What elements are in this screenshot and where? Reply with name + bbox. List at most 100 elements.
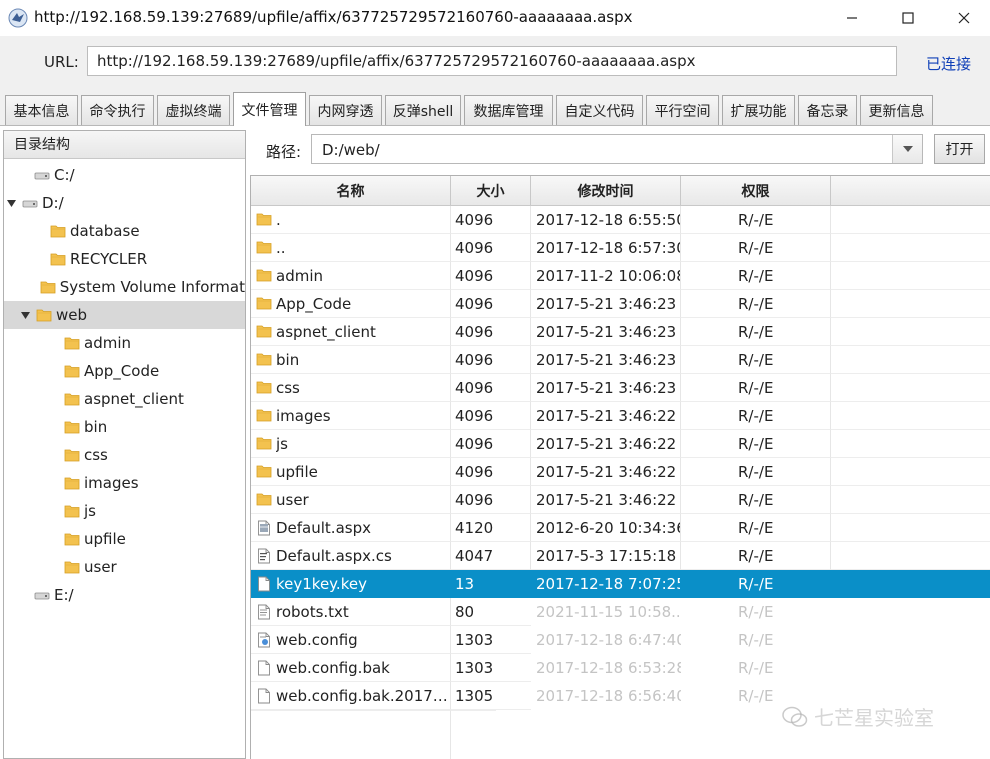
column-header-time[interactable]: 修改时间 <box>531 176 681 206</box>
url-input[interactable] <box>87 46 897 76</box>
tab-intranet-tunnel[interactable]: 内网穿透 <box>309 95 382 125</box>
url-label: URL: <box>44 53 79 71</box>
tab-label: 更新信息 <box>868 103 925 120</box>
tab-parallel-space[interactable]: 平行空间 <box>646 95 719 125</box>
tab-custom-code[interactable]: 自定义代码 <box>556 95 643 125</box>
open-button[interactable]: 打开 <box>934 134 985 164</box>
file-icon <box>258 576 270 591</box>
file-name-cell: web.config.bak.2017-... <box>251 682 451 710</box>
column-header-size[interactable]: 大小 <box>451 176 531 206</box>
file-permission: R/-/E <box>681 542 831 570</box>
file-row-filler <box>831 430 990 458</box>
file-row[interactable]: web.config 1303 2017-12-18 6:47:40 R/-/E <box>251 626 990 654</box>
column-header-name[interactable]: 名称 <box>251 176 451 206</box>
file-size: 4096 <box>451 346 531 374</box>
file-row[interactable]: Default.aspx 4120 2012-6-20 10:34:36 R/-/E <box>251 514 990 542</box>
tree-item[interactable]: E:/ <box>4 581 245 609</box>
file-icon <box>258 688 270 703</box>
tab-basic-info[interactable]: 基本信息 <box>5 95 78 125</box>
tree-item[interactable]: D:/ <box>4 189 245 217</box>
file-modified-time: 2017-11-2 10:06:08 <box>531 262 681 290</box>
file-name-cell: user <box>251 486 451 514</box>
minimize-button[interactable] <box>824 0 880 36</box>
tree-item[interactable]: database <box>4 217 245 245</box>
config-file-icon <box>258 632 270 647</box>
file-size: 4096 <box>451 234 531 262</box>
file-row[interactable]: images 4096 2017-5-21 3:46:22 R/-/E <box>251 402 990 430</box>
file-modified-time: 2012-6-20 10:34:36 <box>531 514 681 542</box>
tab-extensions[interactable]: 扩展功能 <box>722 95 795 125</box>
file-row[interactable]: App_Code 4096 2017-5-21 3:46:23 R/-/E <box>251 290 990 318</box>
tree-item[interactable]: js <box>4 497 245 525</box>
file-name: . <box>276 210 281 229</box>
tree-item-label: E:/ <box>54 586 74 604</box>
tab-label: 数据库管理 <box>473 103 544 120</box>
file-permission: R/-/E <box>681 458 831 486</box>
code-file-icon <box>258 548 270 563</box>
file-modified-time: 2017-12-18 6:47:40 <box>536 631 681 649</box>
file-name-cell: css <box>251 374 451 402</box>
tab-label: 内网穿透 <box>317 103 374 120</box>
file-row[interactable]: bin 4096 2017-5-21 3:46:23 R/-/E <box>251 346 990 374</box>
file-modified-time: 2017-5-21 3:46:23 <box>531 290 681 318</box>
tree-item[interactable]: images <box>4 469 245 497</box>
tree-item[interactable]: aspnet_client <box>4 385 245 413</box>
maximize-button[interactable] <box>880 0 936 36</box>
file-row[interactable]: user 4096 2017-5-21 3:46:22 R/-/E <box>251 486 990 514</box>
file-row[interactable]: .. 4096 2017-12-18 6:57:30 R/-/E <box>251 234 990 262</box>
tree-item[interactable]: bin <box>4 413 245 441</box>
tab-file-manager[interactable]: 文件管理 <box>233 92 306 126</box>
file-row-filler <box>831 514 990 542</box>
tree-item[interactable]: css <box>4 441 245 469</box>
file-row[interactable]: key1key.key 13 2017-12-18 7:07:25 R/-/E <box>251 570 990 598</box>
file-row[interactable]: css 4096 2017-5-21 3:46:23 R/-/E <box>251 374 990 402</box>
tree-item-label: database <box>70 222 140 240</box>
folder-icon <box>50 253 66 266</box>
close-icon <box>958 12 970 24</box>
tree-item-label: bin <box>84 418 108 436</box>
tree-item[interactable]: upfile <box>4 525 245 553</box>
file-row-filler <box>831 206 990 234</box>
chevron-down-icon <box>902 146 913 152</box>
minimize-icon <box>847 17 857 19</box>
tab-label: 扩展功能 <box>730 103 787 120</box>
close-button[interactable] <box>936 0 990 36</box>
file-modified-time: 2017-5-21 3:46:22 <box>531 486 681 514</box>
file-row[interactable]: upfile 4096 2017-5-21 3:46:22 R/-/E <box>251 458 990 486</box>
tab-update-info[interactable]: 更新信息 <box>860 95 933 125</box>
window-title: http://192.168.59.139:27689/upfile/affix… <box>34 8 633 26</box>
column-header-perm[interactable]: 权限 <box>681 176 831 206</box>
tab-reverse-shell[interactable]: 反弹shell <box>385 95 461 125</box>
tab-database[interactable]: 数据库管理 <box>464 95 553 125</box>
tree-item[interactable]: RECYCLER <box>4 245 245 273</box>
file-row[interactable]: admin 4096 2017-11-2 10:06:08 R/-/E <box>251 262 990 290</box>
file-row[interactable]: Default.aspx.cs 4047 2017-5-3 17:15:18 R/-/… <box>251 542 990 570</box>
folder-icon <box>64 449 80 462</box>
path-combobox[interactable]: D:/web/ <box>311 134 923 164</box>
tree-item[interactable]: System Volume Informat <box>4 273 245 301</box>
file-name: css <box>276 378 300 397</box>
tree-item[interactable]: admin <box>4 329 245 357</box>
expand-toggle[interactable] <box>4 196 18 210</box>
tab-virtual-terminal[interactable]: 虚拟终端 <box>157 95 230 125</box>
connection-status: 已连接 <box>926 55 972 73</box>
tree-item[interactable]: C:/ <box>4 161 245 189</box>
file-permission: R/-/E <box>681 486 831 514</box>
path-dropdown-button[interactable] <box>892 135 922 163</box>
expand-toggle[interactable] <box>18 308 32 322</box>
app-logo-icon <box>8 8 28 28</box>
file-size: 13 <box>451 570 531 598</box>
file-row[interactable]: robots.txt 80 2021-11-15 10:58... R/-/E <box>251 598 990 626</box>
tree-item[interactable]: user <box>4 553 245 581</box>
file-row-filler <box>831 458 990 486</box>
tab-command-exec[interactable]: 命令执行 <box>81 95 154 125</box>
tab-memo[interactable]: 备忘录 <box>798 95 857 125</box>
file-row[interactable]: aspnet_client 4096 2017-5-21 3:46:23 R/-/E <box>251 318 990 346</box>
tree-item[interactable]: web <box>4 301 245 329</box>
file-name: user <box>276 490 309 509</box>
file-row[interactable]: js 4096 2017-5-21 3:46:22 R/-/E <box>251 430 990 458</box>
file-size: 1303 <box>451 626 531 654</box>
file-row[interactable]: web.config.bak 1303 2017-12-18 6:53:28 R/-/… <box>251 654 990 682</box>
file-row[interactable]: . 4096 2017-12-18 6:55:50 R/-/E <box>251 206 990 234</box>
tree-item[interactable]: App_Code <box>4 357 245 385</box>
